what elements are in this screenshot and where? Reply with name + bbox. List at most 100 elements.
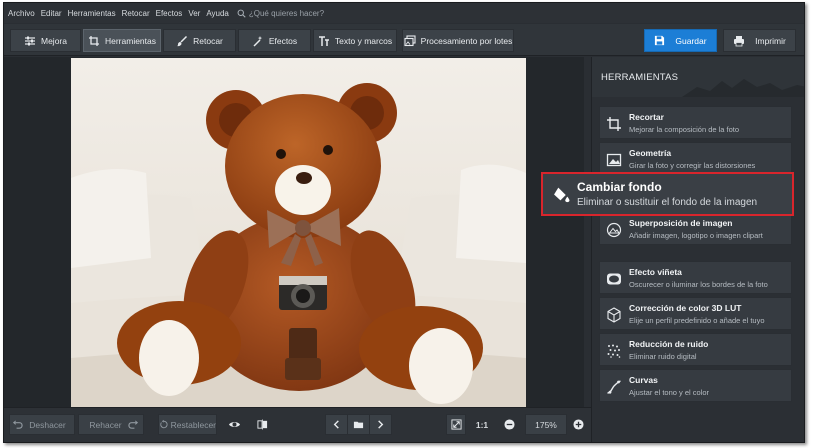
tab-label: Herramientas <box>104 35 157 46</box>
open-folder-button[interactable] <box>347 414 370 435</box>
vignette-icon <box>607 273 621 285</box>
tab-mejora[interactable]: Mejora <box>10 29 81 52</box>
menu-efectos[interactable]: Efectos <box>156 9 183 18</box>
curves-icon <box>607 380 621 394</box>
chevron-left-icon <box>333 420 339 429</box>
compare-icon <box>256 419 267 430</box>
next-button[interactable] <box>369 414 392 435</box>
teddy-bear-photo <box>71 58 526 407</box>
tool-reduccion-de-ruido[interactable]: Reducción de ruido Eliminar ruido digita… <box>599 333 792 366</box>
tool-superposicion-de-imagen[interactable]: Superposición de imagen Añadir imagen, l… <box>599 212 792 245</box>
geometry-icon <box>606 153 622 167</box>
overlay-icon <box>606 222 622 238</box>
panel-header: HERRAMIENTAS <box>592 57 804 97</box>
plus-circle-icon <box>572 419 584 430</box>
menu-editar[interactable]: Editar <box>41 9 62 18</box>
undo-label: Deshacer <box>29 419 66 430</box>
tool-title: Geometría <box>629 148 672 158</box>
tool-desc: Elije un perfil predefinido o añade el t… <box>629 316 765 325</box>
tab-label: Mejora <box>41 35 67 46</box>
zoom-value: 175% <box>535 419 557 430</box>
menu-retocar[interactable]: Retocar <box>122 9 150 18</box>
magic-wand-icon <box>253 35 263 47</box>
tool-recortar[interactable]: Recortar Mejorar la composición de la fo… <box>599 106 792 139</box>
tab-label: Retocar <box>193 35 223 46</box>
tool-title: Superposición de imagen <box>629 218 733 228</box>
save-button[interactable]: Guardar <box>644 29 717 52</box>
tool-title: Efecto viñeta <box>629 267 682 277</box>
tool-cambiar-fondo[interactable]: Cambiar fondo Eliminar o sustituir el fo… <box>541 172 794 216</box>
batch-icon <box>404 34 416 46</box>
minus-circle-icon <box>503 419 515 430</box>
tab-label: Efectos <box>268 35 298 46</box>
tool-title: Curvas <box>629 375 658 385</box>
photo-canvas[interactable] <box>4 57 584 407</box>
main-toolbar: Mejora Herramientas Retocar Efectos Text… <box>4 24 804 56</box>
tab-herramientas[interactable]: Herramientas <box>83 29 161 52</box>
tools-panel: HERRAMIENTAS Recortar Mejorar la composi… <box>591 57 804 442</box>
text-icon <box>318 35 329 46</box>
reset-label: Restablecer <box>170 419 216 430</box>
tool-title: Cambiar fondo <box>577 180 662 194</box>
search-placeholder[interactable]: ¿Qué quieres hacer? <box>249 9 324 18</box>
save-icon <box>655 35 665 46</box>
menu-ayuda[interactable]: Ayuda <box>206 9 229 18</box>
tool-correccion-de-color-3d-lut[interactable]: Corrección de color 3D LUT Elije un perf… <box>599 297 792 330</box>
menu-bar: Archivo Editar Herramientas Retocar Efec… <box>4 3 804 23</box>
previous-button[interactable] <box>325 414 348 435</box>
tool-desc: Girar la foto y corregir las distorsione… <box>629 161 756 170</box>
tab-label: Procesamiento por lotes <box>420 35 513 46</box>
brush-icon <box>177 35 188 46</box>
search-icon <box>237 9 246 18</box>
panel-title: HERRAMIENTAS <box>601 72 679 83</box>
preview-button[interactable] <box>224 414 244 435</box>
chevron-right-icon <box>378 420 384 429</box>
tool-title: Recortar <box>629 112 664 122</box>
print-label: Imprimir <box>755 35 786 46</box>
tool-desc: Oscurecer o iluminar los bordes de la fo… <box>629 280 768 289</box>
menu-ver[interactable]: Ver <box>188 9 200 18</box>
printer-icon <box>734 35 745 46</box>
redo-button[interactable]: Rehacer <box>78 414 144 435</box>
compare-button[interactable] <box>252 414 272 435</box>
tool-desc: Añadir imagen, logotipo o imagen clipart <box>629 231 763 240</box>
bottom-bar: Deshacer Rehacer Restablecer 1:1 175% <box>4 407 591 442</box>
tab-label: Texto y marcos <box>334 35 393 46</box>
undo-button[interactable]: Deshacer <box>9 414 75 435</box>
tool-title: Reducción de ruido <box>629 339 709 349</box>
tool-desc: Eliminar ruido digital <box>629 352 697 361</box>
tool-curvas[interactable]: Curvas Ajustar el tono y el color <box>599 369 792 402</box>
undo-icon <box>13 420 23 429</box>
paint-bucket-icon <box>554 187 570 203</box>
app-window: Archivo Editar Herramientas Retocar Efec… <box>3 2 805 443</box>
crop-icon <box>88 35 99 46</box>
zoom-level[interactable]: 175% <box>525 414 567 435</box>
ratio-label: 1:1 <box>475 419 489 430</box>
save-label: Guardar <box>675 35 707 46</box>
crop-icon <box>607 117 621 131</box>
sliders-icon <box>25 36 35 45</box>
menu-archivo[interactable]: Archivo <box>8 9 35 18</box>
redo-icon <box>127 420 138 429</box>
tool-desc: Ajustar el tono y el color <box>629 388 710 397</box>
tool-desc: Mejorar la composición de la foto <box>629 125 740 134</box>
fit-screen-icon <box>450 419 462 430</box>
actual-size-button[interactable]: 1:1 <box>472 414 492 435</box>
reset-button[interactable]: Restablecer <box>158 414 217 435</box>
tab-procesamiento-por-lotes[interactable]: Procesamiento por lotes <box>402 29 514 52</box>
tool-desc: Eliminar o sustituir el fondo de la imag… <box>577 197 758 208</box>
zoom-out-button[interactable] <box>500 414 518 435</box>
print-button[interactable]: Imprimir <box>723 29 796 52</box>
menu-herramientas[interactable]: Herramientas <box>68 9 116 18</box>
eye-icon <box>228 422 240 427</box>
tab-efectos[interactable]: Efectos <box>238 29 311 52</box>
tab-retocar[interactable]: Retocar <box>163 29 236 52</box>
tab-texto-y-marcos[interactable]: Texto y marcos <box>313 29 397 52</box>
search-box[interactable]: ¿Qué quieres hacer? <box>237 9 324 18</box>
tool-geometria[interactable]: Geometría Girar la foto y corregir las d… <box>599 142 792 175</box>
fit-to-screen-button[interactable] <box>446 414 466 435</box>
tool-efecto-vineta[interactable]: Efecto viñeta Oscurecer o iluminar los b… <box>599 261 792 294</box>
noise-icon <box>607 344 621 358</box>
zoom-in-button[interactable] <box>569 414 587 435</box>
lut-cube-icon <box>607 307 621 323</box>
